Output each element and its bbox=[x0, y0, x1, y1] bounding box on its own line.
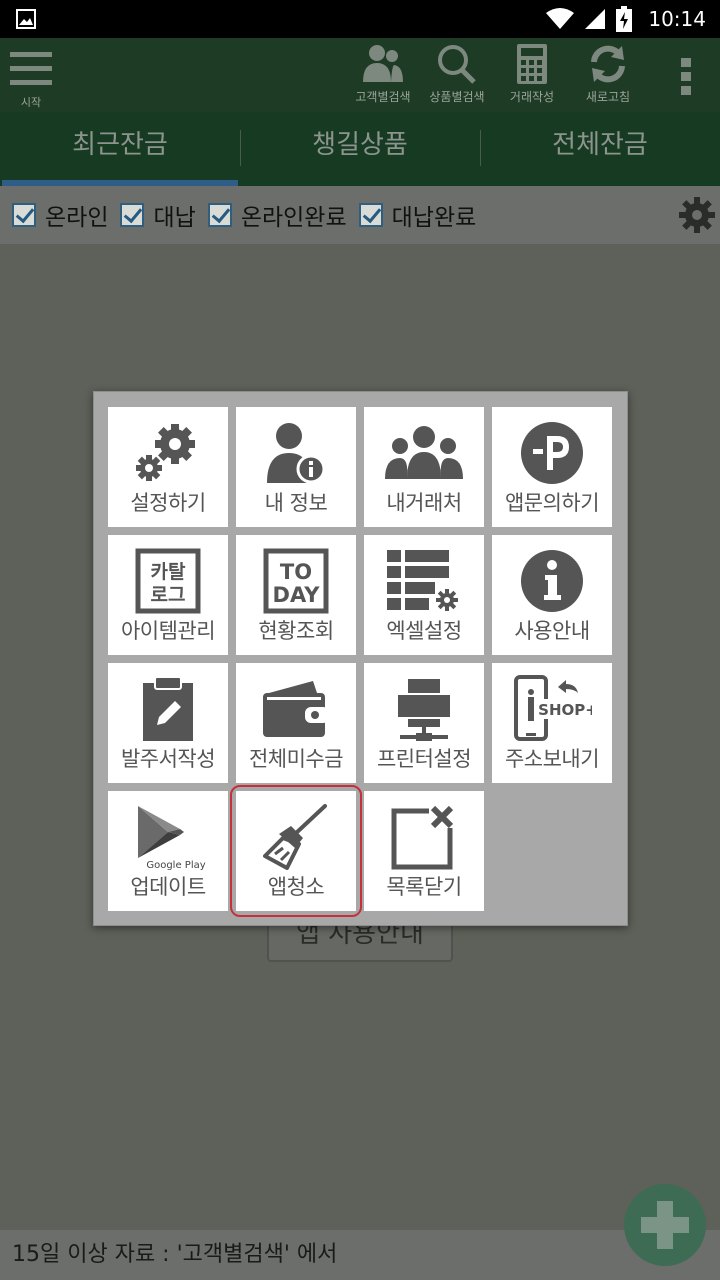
create-transaction-button[interactable]: 거래작성 bbox=[500, 42, 564, 112]
clipboard-edit-icon bbox=[143, 676, 193, 741]
settings-gears-icon bbox=[136, 424, 195, 481]
menu-update-label: 업데이트 bbox=[130, 875, 206, 899]
filter-online[interactable]: 온라인 bbox=[12, 198, 108, 232]
menu-order-form[interactable]: 발주서작성 bbox=[108, 663, 228, 783]
close-window-icon bbox=[391, 805, 455, 870]
info-icon bbox=[521, 550, 583, 612]
product-search-button[interactable]: 상품별검색 bbox=[422, 42, 492, 112]
clock: 10:14 bbox=[648, 7, 706, 31]
image-notification-icon bbox=[16, 9, 36, 29]
app-bar: 시작 고객별검색 상품별검색 거래작성 새로고침 bbox=[0, 38, 720, 112]
menu-send-address-label: 주소보내기 bbox=[504, 747, 600, 771]
menu-button[interactable]: 시작 bbox=[8, 44, 54, 109]
menu-item-management[interactable]: 카탈 로그 아이템관리 bbox=[108, 535, 228, 655]
filter-row: 온라인 대납 온라인완료 대납완료 bbox=[0, 186, 720, 244]
excel-table-icon bbox=[387, 550, 458, 611]
refresh-button[interactable]: 새로고침 bbox=[576, 42, 640, 112]
online-label: 온라인 bbox=[45, 205, 109, 231]
people-icon bbox=[363, 45, 403, 82]
refresh-label: 새로고침 bbox=[585, 90, 631, 104]
shop-share-icon: SHOP+ bbox=[514, 675, 592, 741]
menu-excel-settings-label: 엑셀설정 bbox=[386, 619, 462, 643]
proxy-payment-checkbox[interactable] bbox=[120, 203, 145, 227]
menu-item-management-label: 아이템관리 bbox=[120, 619, 216, 643]
shop-icon-text: SHOP+ bbox=[538, 701, 592, 719]
menu-usage-guide[interactable]: 사용안내 bbox=[492, 535, 612, 655]
menu-update[interactable]: Google Play 업데이트 bbox=[108, 791, 228, 911]
filter-proxy-payment-done[interactable]: 대납완료 bbox=[358, 198, 477, 232]
search-icon bbox=[438, 45, 476, 84]
menu-printer-settings[interactable]: 프린터설정 bbox=[364, 663, 484, 783]
tab-bar: 최근잔금 챙길상품 전체잔금 bbox=[0, 112, 720, 186]
gear-icon[interactable] bbox=[678, 196, 716, 234]
refresh-icon bbox=[591, 45, 625, 83]
menu-settings[interactable]: 설정하기 bbox=[108, 407, 228, 527]
customer-search-label: 고객별검색 bbox=[355, 90, 411, 104]
online-checkbox[interactable] bbox=[12, 203, 36, 227]
proxy-payment-done-checkbox[interactable] bbox=[358, 203, 383, 227]
menu-my-clients[interactable]: 내거래처 bbox=[364, 407, 484, 527]
menu-send-address[interactable]: SHOP+ 주소보내기 bbox=[492, 663, 612, 783]
app-inquiry-p-icon bbox=[521, 422, 583, 484]
today-icon-text-bottom: DAY bbox=[273, 583, 321, 607]
broom-icon bbox=[263, 804, 327, 870]
menu-settings-label: 설정하기 bbox=[130, 491, 206, 515]
proxy-payment-done-label: 대납완료 bbox=[391, 205, 477, 231]
wifi-icon bbox=[546, 8, 575, 29]
more-vert-icon[interactable] bbox=[680, 56, 692, 96]
menu-excel-settings[interactable]: 엑셀설정 bbox=[364, 535, 484, 655]
menu-total-receivables[interactable]: 전체미수금 bbox=[236, 663, 356, 783]
filter-proxy-payment[interactable]: 대납 bbox=[120, 198, 196, 232]
clients-group-icon bbox=[385, 426, 463, 479]
proxy-payment-label: 대납 bbox=[153, 205, 196, 231]
menu-my-info-label: 내 정보 bbox=[264, 491, 328, 515]
menu-status-inquiry[interactable]: TO DAY 현황조회 bbox=[236, 535, 356, 655]
battery-icon bbox=[616, 6, 633, 32]
menu-close-list[interactable]: 목록닫기 bbox=[364, 791, 484, 911]
today-icon-text-top: TO bbox=[280, 560, 312, 584]
menu-close-list-label: 목록닫기 bbox=[386, 875, 462, 899]
filter-online-done[interactable]: 온라인완료 bbox=[207, 198, 347, 232]
google-play-icon: Google Play bbox=[138, 806, 206, 870]
menu-app-cleanup[interactable]: 앱청소 bbox=[230, 785, 362, 917]
menu-my-info[interactable]: 내 정보 bbox=[236, 407, 356, 527]
printer-icon bbox=[398, 679, 450, 741]
menu-button-label: 시작 bbox=[20, 96, 42, 109]
system-status: 10:14 bbox=[546, 0, 706, 38]
status-bar: 10:14 bbox=[0, 0, 720, 38]
menu-app-cleanup-label: 앱청소 bbox=[267, 875, 325, 899]
footer-note: 15일 이상 자료 : '고객별검색' 에서 bbox=[0, 1230, 720, 1280]
catalog-icon-text-bottom: 로그 bbox=[151, 584, 186, 606]
product-search-label: 상품별검색 bbox=[429, 90, 485, 104]
today-icon: TO DAY bbox=[263, 548, 329, 614]
signal-icon bbox=[585, 9, 606, 29]
tab-total-balance[interactable]: 전체잔금 bbox=[480, 112, 720, 186]
catalog-icon-text-top: 카탈 bbox=[151, 561, 186, 583]
menu-usage-guide-label: 사용안내 bbox=[514, 619, 590, 643]
wallet-icon bbox=[263, 681, 329, 737]
menu-my-clients-label: 내거래처 bbox=[386, 491, 462, 515]
menu-grid: 설정하기 내 정보 내거래처 앱문의하기 카탈 로그 아이템관리 TO DAY … bbox=[108, 407, 614, 917]
catalog-icon: 카탈 로그 bbox=[135, 548, 201, 614]
tab-products-to-check[interactable]: 챙길상품 bbox=[240, 112, 480, 186]
menu-app-inquiry[interactable]: 앱문의하기 bbox=[492, 407, 612, 527]
menu-app-inquiry-label: 앱문의하기 bbox=[504, 491, 600, 515]
hamburger-icon bbox=[10, 52, 52, 85]
add-fab-button[interactable] bbox=[624, 1184, 706, 1266]
menu-dialog: 설정하기 내 정보 내거래처 앱문의하기 카탈 로그 아이템관리 TO DAY … bbox=[93, 391, 628, 926]
calculator-icon bbox=[517, 44, 547, 84]
user-info-icon bbox=[267, 423, 326, 484]
online-done-checkbox[interactable] bbox=[207, 203, 232, 227]
google-play-icon-text: Google Play bbox=[146, 860, 205, 870]
customer-search-button[interactable]: 고객별검색 bbox=[348, 42, 418, 112]
create-transaction-label: 거래작성 bbox=[509, 90, 555, 104]
menu-total-receivables-label: 전체미수금 bbox=[248, 747, 344, 771]
tab-recent-balance[interactable]: 최근잔금 bbox=[0, 112, 240, 186]
menu-status-inquiry-label: 현황조회 bbox=[258, 619, 334, 643]
online-done-label: 온라인완료 bbox=[240, 205, 347, 231]
menu-printer-settings-label: 프린터설정 bbox=[376, 747, 472, 771]
menu-order-form-label: 발주서작성 bbox=[120, 747, 216, 771]
